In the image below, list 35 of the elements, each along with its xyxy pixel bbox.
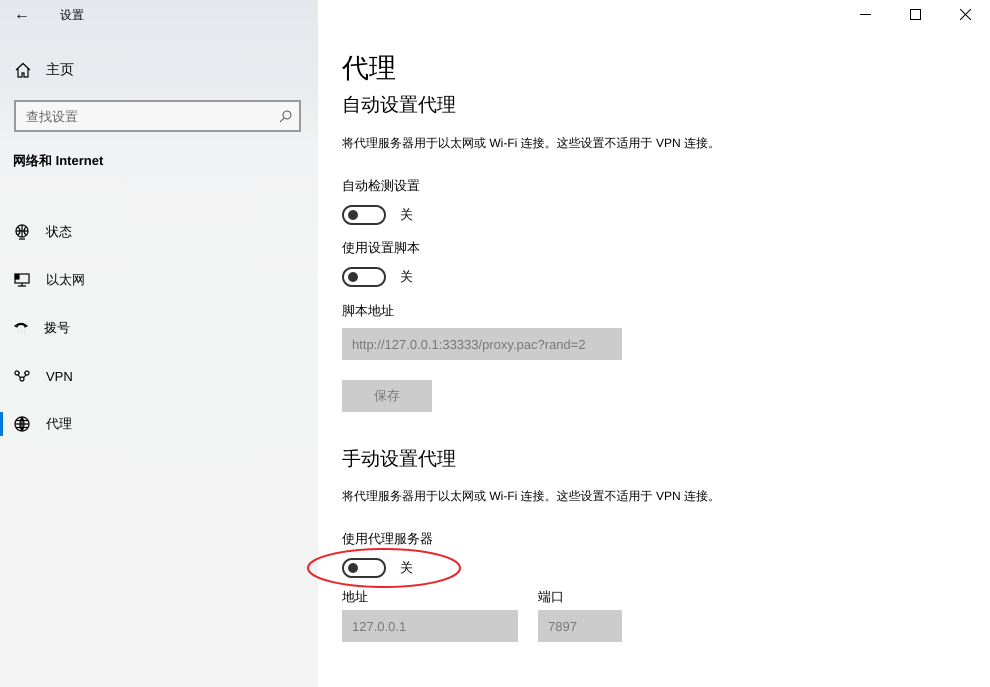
page-title: 代理 xyxy=(342,52,397,85)
description: 将代理服务器用于以太网或 Wi-Fi 连接。这些设置不适用于 VPN 连接。 xyxy=(342,488,721,505)
section-heading: 手动设置代理 xyxy=(342,448,457,472)
field-label: 端口 xyxy=(538,588,565,606)
nav-item[interactable]: 以太网 xyxy=(0,256,318,304)
search-icon xyxy=(279,110,292,123)
maximize-icon xyxy=(910,8,920,20)
section-title: 网络和 Internet xyxy=(13,152,104,170)
toggle-switch[interactable] xyxy=(342,267,386,287)
toggle-state: 关 xyxy=(400,268,413,286)
setting-label: 使用代理服务器 xyxy=(342,530,434,548)
search-field[interactable]: 查找设置 xyxy=(14,100,301,132)
field-label: 地址 xyxy=(342,588,369,606)
home-icon xyxy=(15,62,31,78)
monitor-icon xyxy=(14,273,30,287)
toggle-switch[interactable] xyxy=(342,558,386,578)
home-link[interactable]: 主页 xyxy=(0,55,318,85)
setting-label: 脚本地址 xyxy=(342,302,395,320)
setting-label: 使用设置脚本 xyxy=(342,239,421,257)
globe-icon xyxy=(14,416,30,432)
globe-monitor-icon xyxy=(14,224,30,240)
setting-label: 自动检测设置 xyxy=(342,177,421,195)
toggle-state: 关 xyxy=(400,206,413,224)
toggle-switch[interactable] xyxy=(342,205,386,225)
section-heading: 自动设置代理 xyxy=(342,94,457,118)
window-title: 设置 xyxy=(60,6,84,24)
nav-item[interactable]: 代理 xyxy=(0,400,318,448)
nav-item[interactable]: VPN xyxy=(0,352,318,400)
back-button[interactable]: ← xyxy=(0,0,44,30)
toggle-state: 关 xyxy=(400,559,413,577)
nav-item[interactable]: 状态 xyxy=(0,208,318,256)
vpn-icon xyxy=(14,370,30,382)
nav-item[interactable]: 拨号 xyxy=(0,304,318,352)
description: 将代理服务器用于以太网或 Wi-Fi 连接。这些设置不适用于 VPN 连接。 xyxy=(342,135,721,152)
close-icon xyxy=(960,8,970,20)
